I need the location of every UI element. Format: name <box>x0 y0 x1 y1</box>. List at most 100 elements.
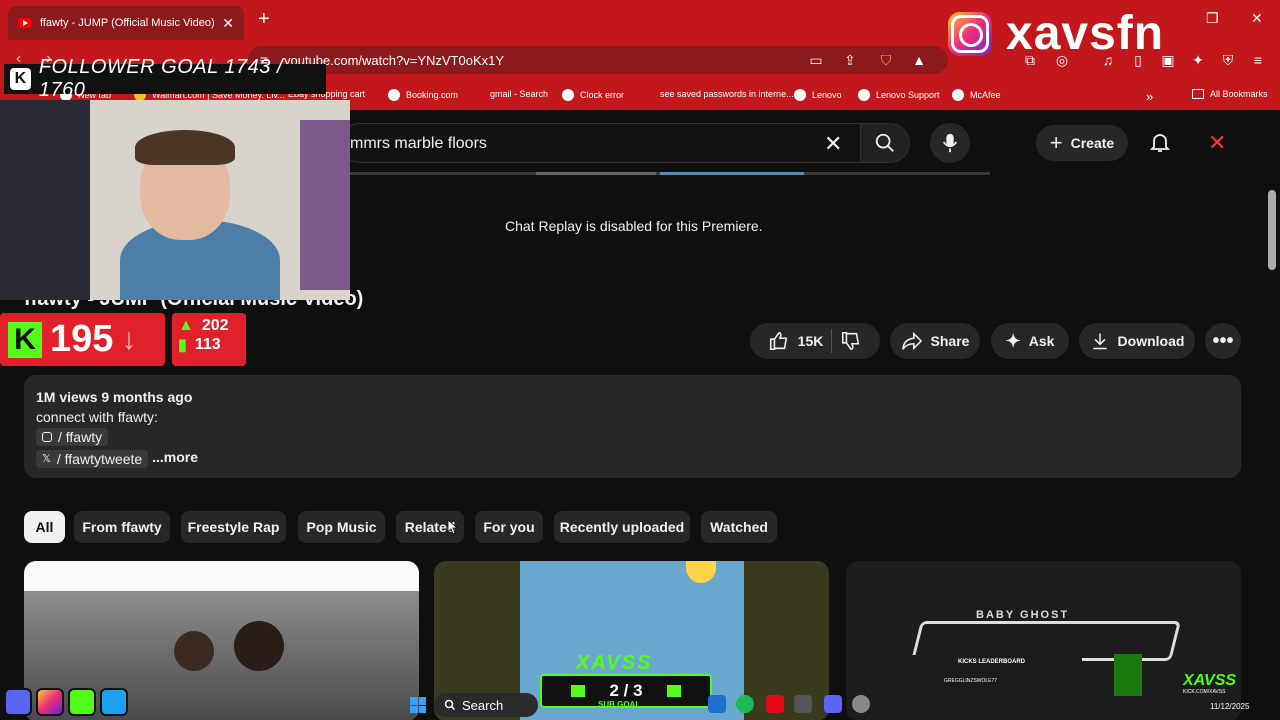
chip-pop-music[interactable]: Pop Music <box>298 511 385 543</box>
dislike-icon[interactable] <box>840 330 862 352</box>
tab-title: ffawty - JUMP (Official Music Video) - Y… <box>40 17 215 29</box>
download-icon <box>1092 333 1107 350</box>
rewards-icon[interactable]: ▲ <box>911 52 927 68</box>
webcam-tapestry <box>0 100 90 300</box>
thumbnail-caption: BABY GHOST <box>976 609 1070 621</box>
bookmark-label: see saved passwords in interne... <box>660 89 794 99</box>
thumbnail-figure <box>234 621 284 671</box>
chip-for-you[interactable]: For you <box>475 511 543 543</box>
sparkle-icon: ✦ <box>1005 330 1021 351</box>
instagram-icon <box>948 11 992 56</box>
brave-shield-icon[interactable]: ⛉ <box>878 52 894 68</box>
kick-logo-icon: K <box>10 68 31 90</box>
netflix-icon[interactable] <box>766 695 784 713</box>
webcam-person-hair <box>135 130 235 165</box>
ask-label: Ask <box>1028 333 1055 349</box>
down-arrow-icon: ↓ <box>121 322 137 356</box>
menu-icon[interactable]: ≡ <box>1250 52 1266 68</box>
windows-start-icon[interactable] <box>410 697 426 713</box>
like-dislike-group: 15K <box>750 323 880 359</box>
taskbar-search-label: Search <box>462 697 504 713</box>
like-icon[interactable] <box>768 330 790 352</box>
follower-goal-text: FOLLOWER GOAL 1743 / 1760 <box>38 56 284 101</box>
screen: ffawty - JUMP (Official Music Video) - Y… <box>0 0 1280 720</box>
ask-button[interactable]: ✦ Ask <box>991 323 1069 359</box>
bookmark-favicon-icon <box>952 89 964 101</box>
settings-icon[interactable] <box>852 695 870 713</box>
corner-brand-name: XAVSS <box>1183 672 1237 689</box>
bookmark-item[interactable]: gmail - Search <box>476 89 548 99</box>
kick-logo-icon: K <box>8 321 42 358</box>
thumbnail-figure <box>174 631 214 671</box>
chat-replay-message: Chat Replay is disabled for this Premier… <box>505 218 763 234</box>
search-icon <box>875 133 894 152</box>
instagram-link[interactable]: / ffawty <box>36 428 109 446</box>
like-divider <box>831 329 833 353</box>
restore-window-icon[interactable]: ❐ <box>1206 10 1219 27</box>
video-meta: 1M views 9 months ago <box>36 389 193 405</box>
chip-watched[interactable]: Watched <box>701 511 777 543</box>
show-more-link[interactable]: ...more <box>152 449 198 465</box>
webcam-poster <box>300 120 350 290</box>
bookmark-favicon-icon <box>858 89 870 101</box>
kick-stats-overlay: ▲ 202 ▮ 113 <box>172 313 246 366</box>
close-overlay-icon[interactable]: ✕ <box>1208 130 1226 156</box>
vpn-icon[interactable]: ⛨ <box>1220 52 1236 68</box>
voice-search-button[interactable] <box>930 123 970 163</box>
bar-chart-icon: ▮ <box>178 337 187 354</box>
spotify-icon[interactable] <box>736 695 754 713</box>
bookmark-item[interactable]: Lenovo Support <box>858 89 940 101</box>
close-window-icon[interactable]: ✕ <box>1251 10 1263 27</box>
chip-all[interactable]: All <box>24 511 65 543</box>
stat-bars-value: 113 <box>194 336 221 353</box>
share-page-icon[interactable]: ⇪ <box>842 52 858 68</box>
bookmark-item[interactable]: Clock error <box>562 89 624 101</box>
new-tab-icon[interactable]: + <box>258 8 270 31</box>
all-bookmarks-button[interactable]: All Bookmarks <box>1192 89 1268 99</box>
chip-recently-uploaded[interactable]: Recently uploaded <box>554 511 690 543</box>
xavss-logo: XAVSS <box>576 652 653 674</box>
description-line: connect with ffawty: <box>36 409 158 425</box>
kick-viewer-counter: K 195 ↓ <box>0 313 165 366</box>
bookmark-item[interactable]: McAfee <box>952 89 1001 101</box>
download-label: Download <box>1117 333 1185 349</box>
create-label: Create <box>1070 135 1115 151</box>
chip-from-ffawty[interactable]: From ffawty <box>74 511 170 543</box>
twitter-link[interactable]: 𝕏 / ffawtytweete ...more <box>36 449 198 468</box>
notifications-bell-icon[interactable] <box>1148 130 1172 154</box>
leo-icon[interactable]: ✦ <box>1190 52 1206 68</box>
create-button[interactable]: + Create <box>1036 125 1128 161</box>
taskbar-search[interactable]: Search <box>434 693 538 717</box>
tab-close-icon[interactable]: ✕ <box>222 15 234 32</box>
leaderboard-entry: GREGGLINZSWOLE77 <box>944 678 998 684</box>
stat-up-value: 202 <box>201 317 229 334</box>
share-button[interactable]: Share <box>890 323 980 359</box>
twitter-link-label: / ffawtytweete <box>56 450 143 467</box>
bookmark-item[interactable]: see saved passwords in interne... <box>646 89 794 99</box>
page-scrollbar[interactable] <box>1268 190 1276 270</box>
chip-freestyle-rap[interactable]: Freestyle Rap <box>181 511 286 543</box>
bookmark-favicon-icon <box>562 89 574 101</box>
instagram-brand-overlay: xavsfn <box>948 6 1164 61</box>
browser-tab[interactable]: ffawty - JUMP (Official Music Video) - Y… <box>8 6 244 40</box>
discord-taskbar-icon[interactable] <box>824 695 842 713</box>
clear-search-icon[interactable]: ✕ <box>824 131 842 157</box>
bookmarks-overflow-icon[interactable]: » <box>1146 89 1153 104</box>
download-button[interactable]: Download <box>1079 323 1195 359</box>
strip-segment <box>536 172 656 175</box>
bookmark-item[interactable]: Lenovo <box>794 89 842 101</box>
cast-icon[interactable]: ▭ <box>808 52 824 68</box>
bookmark-label: Lenovo <box>812 90 842 100</box>
description-box[interactable] <box>24 375 1241 478</box>
search-button[interactable] <box>860 123 910 163</box>
folder-icon <box>1192 89 1204 99</box>
bookmark-favicon-icon <box>388 89 400 101</box>
microphone-icon <box>942 133 958 153</box>
edge-icon[interactable] <box>708 695 726 713</box>
more-actions-icon[interactable]: ••• <box>1205 323 1241 359</box>
bookmark-item[interactable]: Booking.com <box>388 89 458 101</box>
search-icon <box>444 699 456 711</box>
webcam-overlay <box>0 100 350 300</box>
app-icon[interactable] <box>794 695 812 713</box>
x-icon: 𝕏 <box>42 453 51 465</box>
